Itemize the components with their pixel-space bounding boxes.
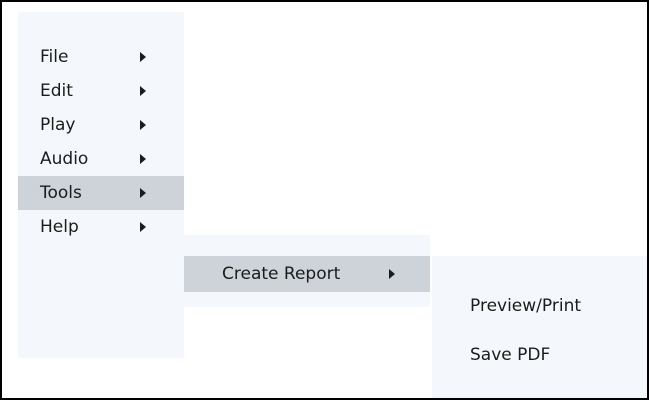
menu-item-label: Edit <box>40 81 73 101</box>
caret-right-icon <box>140 86 146 96</box>
menu-item-file[interactable]: File <box>18 40 184 74</box>
menu-item-tools[interactable]: Tools <box>18 176 184 210</box>
caret-right-icon <box>140 120 146 130</box>
caret-right-icon <box>140 154 146 164</box>
menu-item-label: Audio <box>40 149 89 169</box>
menu-item-audio[interactable]: Audio <box>18 142 184 176</box>
menu-item-label: Help <box>40 217 79 237</box>
submenu-item-label: Preview/Print <box>470 296 582 316</box>
report-submenu: Preview/Print Save PDF <box>432 256 647 398</box>
submenu-item-label: Create Report <box>222 264 341 284</box>
menu-item-label: Play <box>40 115 76 135</box>
caret-right-icon <box>140 188 146 198</box>
menu-item-label: File <box>40 47 69 67</box>
window-frame: File Edit Play Audio Tools Help Create R… <box>0 0 649 400</box>
menu-item-label: Tools <box>40 183 82 203</box>
submenu-item-create-report[interactable]: Create Report <box>184 256 430 292</box>
caret-right-icon <box>389 269 395 279</box>
submenu-item-save-pdf[interactable]: Save PDF <box>432 338 647 372</box>
tools-submenu: Create Report <box>184 235 430 307</box>
caret-right-icon <box>140 222 146 232</box>
menu-item-edit[interactable]: Edit <box>18 74 184 108</box>
submenu-item-label: Save PDF <box>470 345 551 365</box>
submenu-item-preview-print[interactable]: Preview/Print <box>432 289 647 323</box>
caret-right-icon <box>140 52 146 62</box>
menu-item-play[interactable]: Play <box>18 108 184 142</box>
menu-item-help[interactable]: Help <box>18 210 184 244</box>
main-menu: File Edit Play Audio Tools Help <box>18 12 184 358</box>
